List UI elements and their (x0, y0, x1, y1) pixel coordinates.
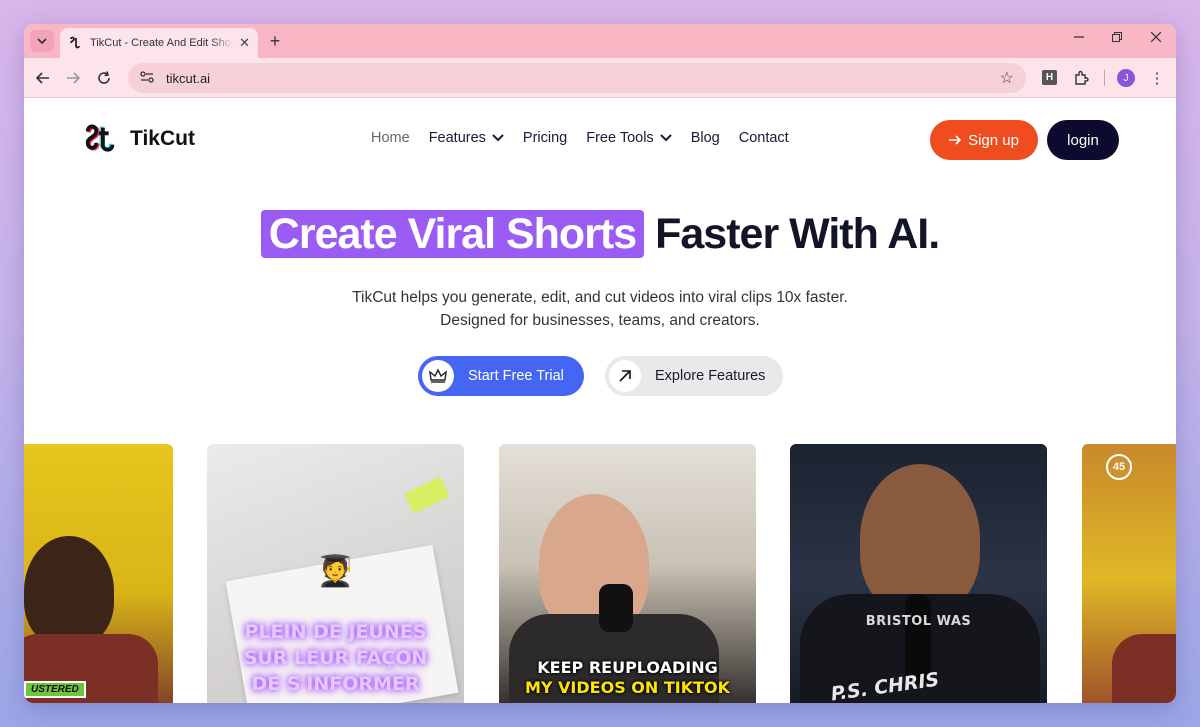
video-card[interactable]: BRISTOL WAS P.S. CHRIS (790, 444, 1047, 703)
nav-features[interactable]: Features (429, 130, 504, 146)
nav-blog[interactable]: Blog (691, 130, 720, 146)
hero-title-rest: Faster With AI. (655, 210, 940, 258)
video-card[interactable]: USTERED (24, 444, 173, 703)
crown-icon (422, 360, 454, 392)
video-caption: PLEIN DE JEUNES SUR LEUR FAÇON DE S'INFO… (207, 619, 464, 697)
back-arrow-icon[interactable] (33, 68, 53, 88)
tab-close-icon[interactable]: ✕ (239, 35, 250, 51)
page-content: TikCut Home Features Pricing Free Tools … (24, 98, 1176, 703)
browser-toolbar: tikcut.ai ☆ H J ⋮ (24, 58, 1176, 98)
hero-subtitle: TikCut helps you generate, edit, and cut… (24, 286, 1176, 332)
arrow-right-icon (949, 135, 962, 145)
chevron-down-icon (37, 38, 47, 44)
tikcut-logo-icon (85, 124, 115, 152)
brand-name: TikCut (130, 127, 195, 150)
tab-strip: TikCut - Create And Edit Short Videos ✕ … (24, 24, 1176, 58)
browser-window: TikCut - Create And Edit Short Videos ✕ … (24, 24, 1176, 703)
extension-h-icon[interactable]: H (1042, 70, 1057, 85)
tab-search-button[interactable] (30, 30, 54, 52)
start-free-trial-button[interactable]: Start Free Trial (418, 356, 584, 396)
video-card[interactable]: 45 (1082, 444, 1176, 703)
toolbar-divider (1104, 70, 1105, 86)
student-emoji: 🧑‍🎓 (316, 554, 355, 589)
start-free-trial-label: Start Free Trial (468, 368, 564, 384)
video-card[interactable]: KEEP REUPLOADING MY VIDEOS ON TIKTOK (499, 444, 756, 703)
forward-arrow-icon[interactable] (63, 68, 83, 88)
profile-avatar[interactable]: J (1117, 69, 1135, 87)
hero-subtitle-line1: TikCut helps you generate, edit, and cut… (352, 289, 848, 306)
video-thumbnail-shirt (1112, 634, 1176, 703)
hero-title-highlight: Create Viral Shorts (260, 210, 645, 258)
sign-up-label: Sign up (968, 131, 1019, 149)
more-menu-icon[interactable]: ⋮ (1147, 68, 1167, 88)
video-caption: BRISTOL WAS (865, 614, 972, 629)
nav-home[interactable]: Home (371, 130, 410, 146)
video-thumbnail-person (860, 464, 980, 614)
hero-title: Create Viral Shorts Faster With AI. (24, 210, 1176, 259)
address-bar[interactable]: tikcut.ai ☆ (128, 63, 1026, 93)
main-nav: Home Features Pricing Free Tools Blog Co… (371, 130, 789, 146)
arrow-up-right-icon (609, 360, 641, 392)
chevron-down-icon (659, 134, 672, 142)
url-text[interactable]: tikcut.ai (166, 71, 988, 86)
minimize-icon[interactable] (1064, 30, 1094, 45)
nav-features-label: Features (428, 130, 486, 146)
nav-contact[interactable]: Contact (739, 130, 789, 146)
microphone-icon (599, 584, 633, 632)
sign-up-button[interactable]: Sign up (930, 120, 1038, 160)
login-button[interactable]: login (1047, 120, 1119, 160)
site-settings-icon[interactable] (140, 70, 154, 86)
brand-logo[interactable]: TikCut (82, 120, 195, 158)
video-card[interactable]: 🧑‍🎓 PLEIN DE JEUNES SUR LEUR FAÇON DE S'… (207, 444, 464, 703)
site-header: TikCut Home Features Pricing Free Tools … (24, 98, 1176, 180)
video-caption: USTERED (24, 681, 86, 698)
browser-tab[interactable]: TikCut - Create And Edit Short Videos ✕ (60, 28, 258, 58)
video-caption-line2: MY VIDEOS ON TIKTOK (524, 678, 731, 697)
new-tab-button[interactable]: + (264, 30, 286, 52)
reload-icon[interactable] (94, 68, 114, 88)
tikcut-favicon-icon (70, 36, 80, 49)
close-window-icon[interactable] (1141, 30, 1171, 45)
explore-features-label: Explore Features (655, 368, 766, 384)
explore-features-button[interactable]: Explore Features (605, 356, 783, 396)
video-thumbnail-person (24, 536, 114, 646)
bookmark-star-icon[interactable]: ☆ (1000, 68, 1014, 88)
extensions-puzzle-icon[interactable] (1071, 68, 1091, 88)
restore-icon[interactable] (1102, 30, 1132, 45)
hero-subtitle-line2: Designed for businesses, teams, and crea… (440, 312, 760, 329)
nav-free-tools-label: Free Tools (586, 130, 654, 146)
video-caption-line1: KEEP REUPLOADING (537, 658, 718, 677)
channel-badge: 45 (1106, 454, 1132, 480)
chevron-down-icon (492, 134, 504, 142)
caption-line: PLEIN DE JEUNES (244, 621, 427, 643)
nav-free-tools[interactable]: Free Tools (586, 130, 672, 146)
nav-pricing[interactable]: Pricing (523, 130, 567, 146)
caption-line: SUR LEUR FAÇON (243, 647, 428, 669)
tab-title: TikCut - Create And Edit Short Videos (90, 37, 234, 49)
caption-line: DE S'INFORMER (251, 673, 420, 695)
video-thumbnail-note (404, 476, 450, 514)
